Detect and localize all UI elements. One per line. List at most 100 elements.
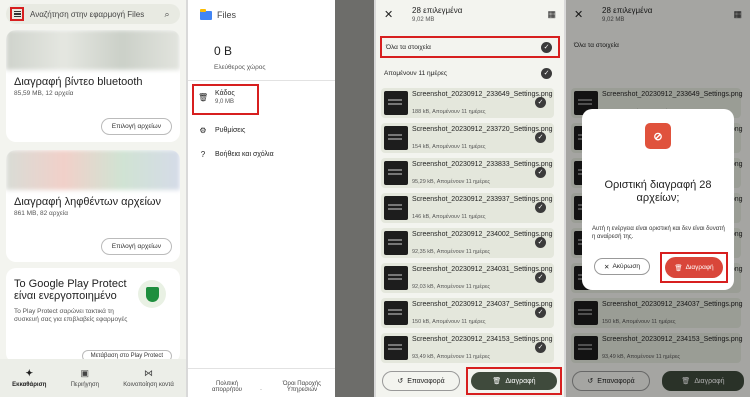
drawer-item-help[interactable]: ? Βοήθεια και σχόλια [198,150,274,159]
file-thumbnail [384,91,408,115]
card-title: To Google Play Protect είναι ενεργοποιημ… [14,278,127,302]
menu-icon[interactable] [10,7,24,21]
file-meta: 154 kB, Απομένουν 11 ημέρες [412,144,486,150]
drawer-item-label: Βοήθεια και σχόλια [215,151,274,158]
file-row[interactable]: Screenshot_20230912_233937_Settings.png 1… [381,193,554,223]
file-row[interactable]: Screenshot_20230912_234153_Settings.png 9… [381,333,554,363]
privacy-policy-link[interactable]: Πολιτική απορρήτου [202,381,252,393]
file-row[interactable]: Screenshot_20230912_234002_Settings.png 9… [381,228,554,258]
navigation-drawer: Files 0 B Ελεύθερος χώρος 🗑 Κάδος 9,0 MB … [188,0,335,397]
file-name: Screenshot_20230912_234002_Settings.png [412,231,553,238]
selection-title: 28 επιλεγμένα [412,6,463,15]
file-thumbnail [384,196,408,220]
delete-confirm-screen: ✕ 28 επιλεγμένα 9,02 MB ▦ Όλα τα στοιχεί… [566,0,750,397]
file-meta: 95,29 kB, Απομένουν 11 ημέρες [412,179,491,185]
scrim[interactable] [333,0,374,397]
drawer-screen: Files 0 B Ελεύθερος χώρος 🗑 Κάδος 9,0 MB … [188,0,374,397]
check-icon[interactable]: ✓ [535,342,546,353]
close-icon[interactable]: ✕ [384,8,393,21]
restore-button[interactable]: ↺ Επαναφορά [382,371,460,391]
delete-button[interactable]: 🗑 Διαγραφή [471,372,557,390]
play-protect-icon [138,280,166,308]
storage-value: 0 B [214,44,233,58]
card-title: Διαγραφή βίντεο bluetooth [14,76,143,88]
drawer-item-settings[interactable]: ⚙ Ρυθμίσεις [198,126,245,135]
file-thumbnail [384,336,408,360]
thumbnail-strip [6,30,180,70]
trash-selection-screen: ✕ 28 επιλεγμένα 9,02 MB ▦ Όλα τα στοιχεί… [376,0,564,397]
file-name: Screenshot_20230912_234031_Settings.png [412,266,553,273]
select-files-button[interactable]: Επιλογή αρχείων [100,238,172,255]
delete-highlight: 🗑 Διαγραφή [466,367,562,395]
check-icon[interactable]: ✓ [535,202,546,213]
file-row[interactable]: Screenshot_20230912_234031_Settings.png 9… [381,263,554,293]
terms-link[interactable]: Όροι Παροχής Υπηρεσιών [272,381,332,393]
select-all-label: Όλα τα στοιχεία [386,43,431,51]
search-input[interactable]: Αναζήτηση στην εφαρμογή Files [30,10,160,19]
selection-toolbar: ✕ 28 επιλεγμένα 9,02 MB ▦ [376,0,564,34]
file-row[interactable]: Screenshot_20230912_233833_Settings.png 9… [381,158,554,188]
close-icon: ✕ [604,263,610,271]
help-icon: ? [200,150,206,159]
file-name: Screenshot_20230912_234153_Settings.png [412,336,553,343]
file-name: Screenshot_20230912_233833_Settings.png [412,161,553,168]
check-icon[interactable]: ✓ [535,97,546,108]
file-thumbnail [384,126,408,150]
divider [188,80,335,81]
app-logo: Files [200,8,236,20]
cancel-button[interactable]: ✕ Ακύρωση [594,258,650,275]
file-name: Screenshot_20230912_233649_Settings.png [412,91,553,98]
check-icon[interactable]: ✓ [535,237,546,248]
thumbnail-strip [6,150,180,190]
footer-separator: · [260,387,262,393]
confirm-delete-button[interactable]: 🗑 Διαγραφή [665,257,723,278]
file-row[interactable]: Screenshot_20230912_233649_Settings.png 1… [381,88,554,118]
delete-dialog: ⊘ Οριστική διαγραφή 28 αρχείων; Αυτή η ε… [582,109,734,290]
drawer-item-label: Ρυθμίσεις [215,127,246,134]
check-icon[interactable]: ✓ [535,272,546,283]
file-thumbnail [384,301,408,325]
check-icon[interactable]: ✓ [535,132,546,143]
nav-browse[interactable]: ▣ Περιήγηση [71,368,99,388]
nav-clean[interactable]: ✦ Εκκαθάριση [12,368,46,388]
downloads-card: Διαγραφή ληφθέντων αρχείων 861 MB, 82 αρ… [6,150,180,262]
search-icon[interactable]: ⌕ [160,9,174,20]
drawer-item-trash[interactable]: 🗑 Κάδος 9,0 MB [198,90,235,105]
dialog-title: Οριστική διαγραφή 28 αρχείων; [604,179,712,204]
card-subtitle: 861 MB, 82 αρχεία [14,210,69,217]
check-icon[interactable]: ✓ [541,42,552,53]
selection-size: 9,02 MB [412,17,435,23]
confirm-highlight: 🗑 Διαγραφή [660,252,728,283]
divider [188,368,335,369]
screenshot-root: Αναζήτηση στην εφαρμογή Files ⌕ Διαγραφή… [0,0,750,397]
storage-label: Ελεύθερος χώρος [214,64,266,71]
file-meta: 146 kB, Απομένουν 11 ημέρες [412,214,486,220]
group-label: Απομένουν 11 ημέρες [384,70,448,77]
check-icon[interactable]: ✓ [535,167,546,178]
file-row[interactable]: Screenshot_20230912_233720_Settings.png 1… [381,123,554,153]
nav-nearby-share[interactable]: ⋈ Κοινοποίηση κοντά [123,368,174,388]
check-icon[interactable]: ✓ [541,68,552,79]
file-name: Screenshot_20230912_234037_Settings.png [412,301,553,308]
file-meta: 92,35 kB, Απομένουν 11 ημέρες [412,249,491,255]
trash-icon: 🗑 [198,93,209,102]
file-thumbnail [384,161,408,185]
select-all-row[interactable]: Όλα τα στοιχεία ✓ [380,36,560,58]
file-meta: 92,03 kB, Απομένουν 11 ημέρες [412,284,491,290]
clean-screen: Αναζήτηση στην εφαρμογή Files ⌕ Διαγραφή… [0,0,186,397]
select-files-button[interactable]: Επιλογή αρχείων [100,118,172,135]
check-icon[interactable]: ✓ [535,307,546,318]
bluetooth-video-card: Διαγραφή βίντεο bluetooth 85,59 MB, 12 α… [6,30,180,142]
card-subtitle: To Play Protect σαρώνει τακτικά τη συσκε… [14,308,128,323]
file-meta: 188 kB, Απομένουν 11 ημέρες [412,109,486,115]
sparkle-icon: ✦ [25,368,33,378]
nearby-share-icon: ⋈ [144,368,154,378]
drawer-item-label: Κάδος [215,90,235,97]
file-name: Screenshot_20230912_233720_Settings.png [412,126,553,133]
grid-view-icon[interactable]: ▦ [547,9,556,20]
card-subtitle: 85,59 MB, 12 αρχεία [14,90,74,97]
card-title: Διαγραφή ληφθέντων αρχείων [14,196,162,208]
search-bar[interactable]: Αναζήτηση στην εφαρμογή Files ⌕ [6,4,180,24]
folder-icon [200,8,212,20]
file-row[interactable]: Screenshot_20230912_234037_Settings.png 1… [381,298,554,328]
